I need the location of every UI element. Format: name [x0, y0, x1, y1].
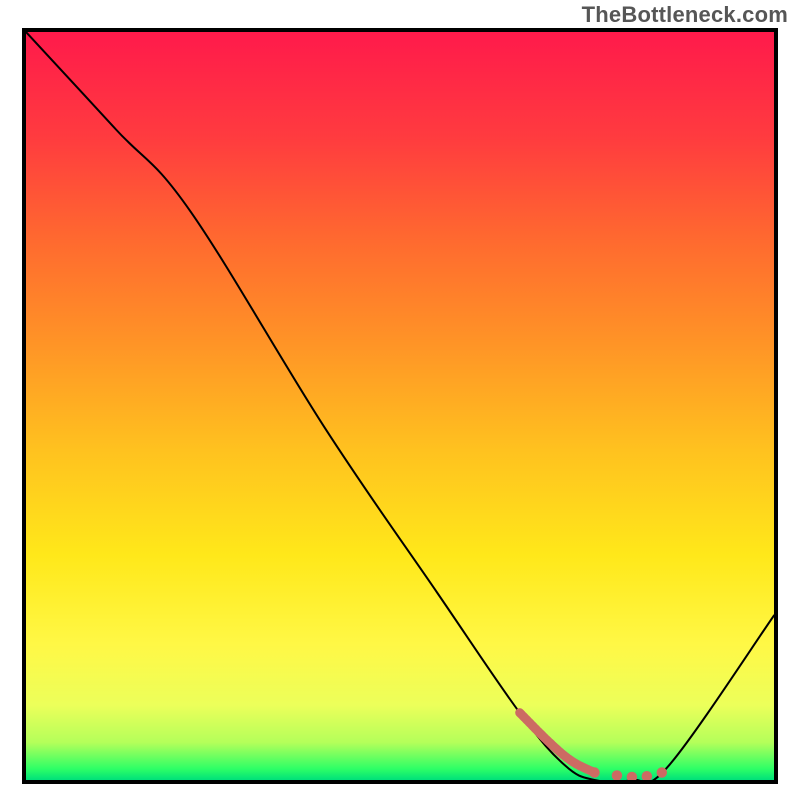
- attribution-label: TheBottleneck.com: [582, 2, 788, 28]
- plot-frame: [22, 28, 778, 784]
- bottleneck-curve: [26, 32, 774, 780]
- highlight-dot: [612, 770, 622, 780]
- highlight-dot: [627, 772, 637, 780]
- highlight-dot: [589, 767, 599, 777]
- plot-area: [26, 32, 774, 780]
- highlight-dot: [642, 771, 652, 780]
- optimal-range-highlight: [520, 713, 595, 773]
- curve-overlay: [26, 32, 774, 780]
- highlight-dot: [657, 767, 667, 777]
- chart-stage: TheBottleneck.com: [0, 0, 800, 800]
